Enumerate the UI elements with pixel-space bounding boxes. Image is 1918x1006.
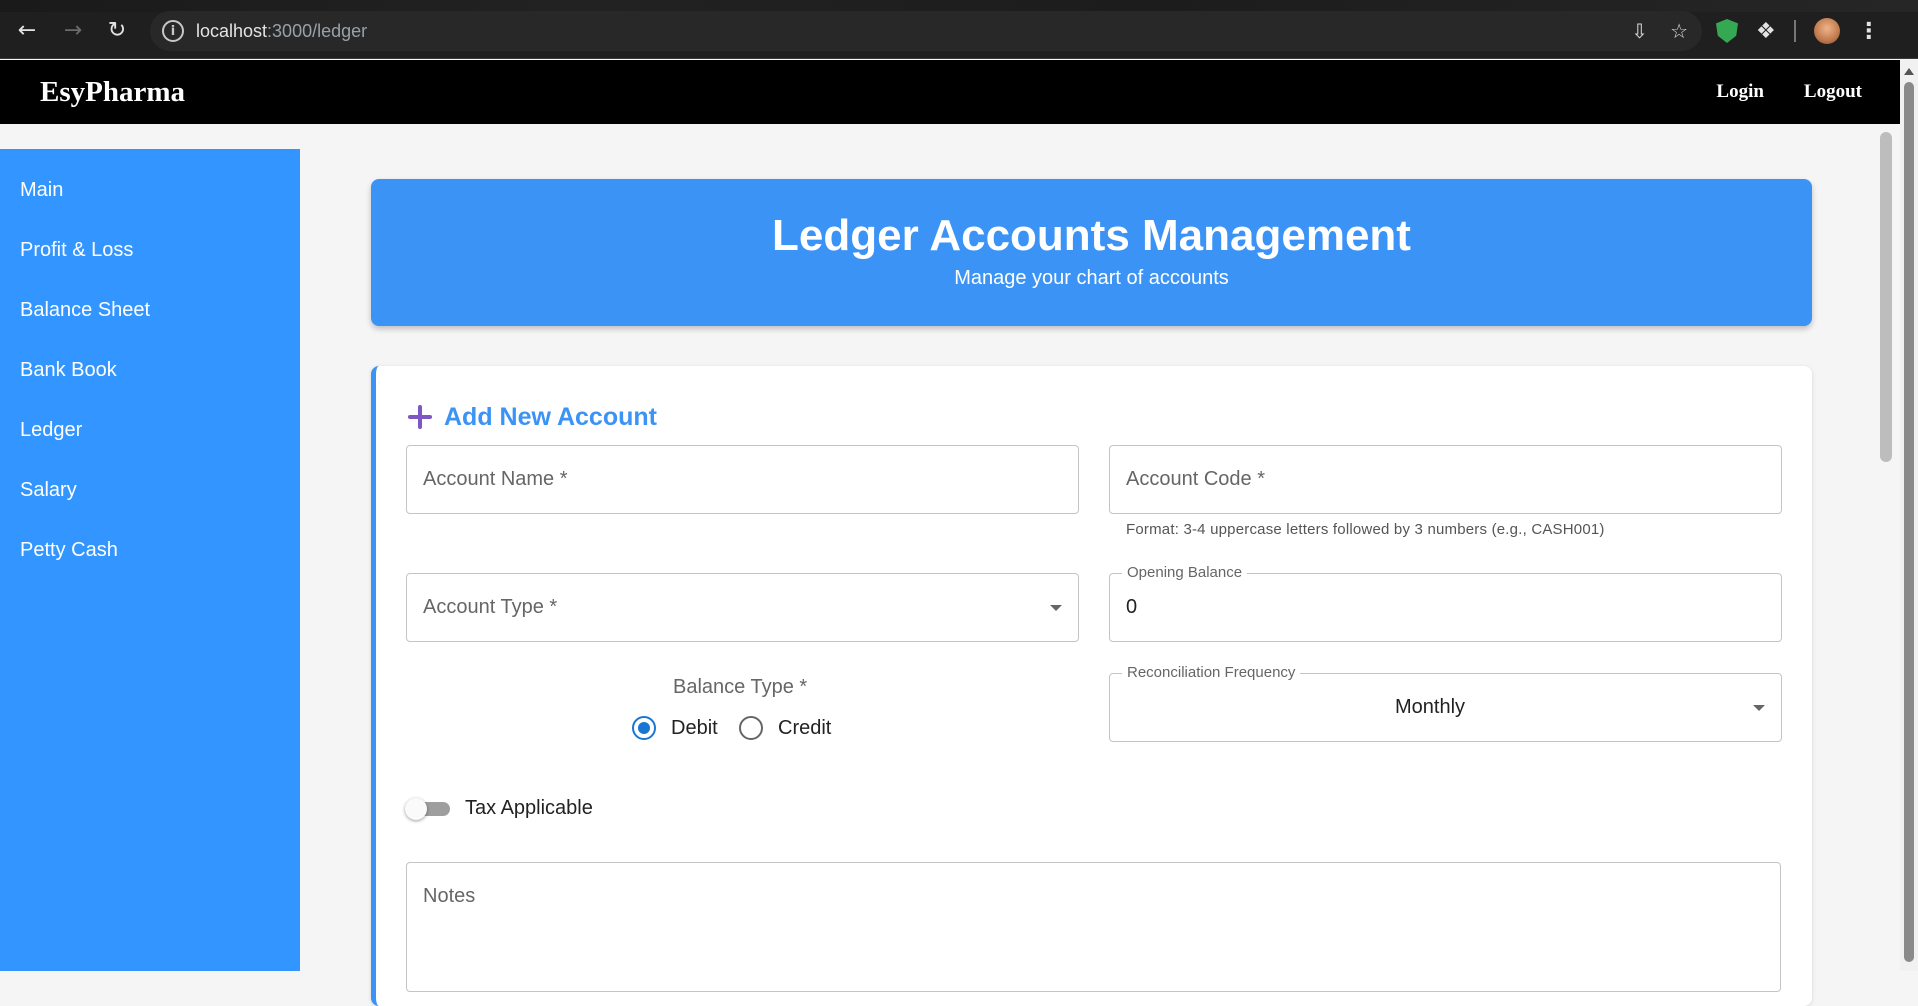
browser-toolbar: ← → ↻ i localhost:3000/ledger ⇩ ☆ ❖ ⋮ <box>0 0 1918 59</box>
section-title: Add New Account <box>444 402 657 431</box>
chevron-down-icon <box>1753 704 1765 711</box>
account-code-helper-text: Format: 3-4 uppercase letters followed b… <box>1126 521 1605 538</box>
page-subtitle: Manage your chart of accounts <box>954 267 1229 289</box>
url-host: localhost <box>196 20 268 41</box>
scroll-up-arrow-icon[interactable] <box>1904 68 1914 75</box>
reload-icon[interactable]: ↻ <box>100 14 134 48</box>
site-info-icon[interactable]: i <box>162 20 184 42</box>
tax-applicable-label[interactable]: Tax Applicable <box>465 797 593 820</box>
plus-icon <box>408 405 432 429</box>
url-text[interactable]: localhost:3000/ledger <box>196 21 367 42</box>
notes-placeholder: Notes <box>423 885 476 907</box>
omnibox-actions: ⇩ ☆ <box>1631 11 1688 51</box>
sidebar-item-bank-book[interactable]: Bank Book <box>20 359 117 382</box>
content-scrollbar-thumb[interactable] <box>1880 132 1892 462</box>
page-header-banner: Ledger Accounts Management Manage your c… <box>371 179 1812 326</box>
account-name-placeholder: Account Name * <box>423 468 568 490</box>
forward-icon[interactable]: → <box>56 14 90 48</box>
chevron-down-icon <box>1050 604 1062 611</box>
header-nav: Login Logout <box>1716 60 1862 124</box>
extensions-puzzle-icon[interactable]: ❖ <box>1756 19 1776 44</box>
page-scrollbar-thumb[interactable] <box>1904 82 1914 962</box>
sidebar-item-petty-cash[interactable]: Petty Cash <box>20 539 118 562</box>
install-app-icon[interactable]: ⇩ <box>1631 19 1648 43</box>
app-header: EsyPharma Login Logout <box>0 60 1900 124</box>
sidebar-item-main[interactable]: Main <box>20 179 63 202</box>
url-path: :3000/ledger <box>267 20 368 41</box>
login-link[interactable]: Login <box>1716 81 1764 103</box>
profile-avatar[interactable] <box>1813 18 1840 44</box>
address-bar[interactable]: i localhost:3000/ledger ⇩ ☆ <box>150 11 1702 51</box>
opening-balance-label: Opening Balance <box>1122 564 1248 582</box>
page-scrollbar[interactable] <box>1900 60 1918 971</box>
sidebar-item-balance-sheet[interactable]: Balance Sheet <box>20 299 150 322</box>
debit-radio[interactable] <box>632 716 656 740</box>
shield-extension-icon[interactable] <box>1716 19 1738 43</box>
page-title: Ledger Accounts Management <box>772 211 1411 260</box>
content-scrollbar[interactable] <box>1872 124 1900 971</box>
toolbar-divider <box>1793 20 1796 42</box>
sidebar-item-profit-loss[interactable]: Profit & Loss <box>20 239 133 262</box>
sidebar-item-salary[interactable]: Salary <box>20 479 77 502</box>
extensions-area: ❖ ⋮ <box>1716 14 1880 48</box>
account-type-placeholder: Account Type * <box>423 596 558 618</box>
back-icon[interactable]: ← <box>10 14 44 48</box>
sidebar: Main Profit & Loss Balance Sheet Bank Bo… <box>0 149 300 971</box>
brand-logo[interactable]: EsyPharma <box>40 60 185 124</box>
opening-balance-input[interactable]: Opening Balance 0 <box>1109 564 1782 642</box>
credit-radio-label[interactable]: Credit <box>778 717 831 740</box>
logout-link[interactable]: Logout <box>1804 81 1862 103</box>
account-code-input[interactable]: Account Code * <box>1109 445 1782 514</box>
add-account-heading: Add New Account <box>408 400 657 434</box>
tax-applicable-toggle-thumb[interactable] <box>405 798 427 820</box>
account-type-select[interactable]: Account Type * <box>406 573 1079 642</box>
reconciliation-frequency-value: Monthly <box>1394 696 1466 718</box>
browser-menu-icon[interactable]: ⋮ <box>1858 19 1880 44</box>
account-code-placeholder: Account Code * <box>1126 468 1265 490</box>
balance-type-label: Balance Type * <box>673 676 808 698</box>
notes-textarea[interactable]: Notes <box>406 862 1781 992</box>
debit-radio-label[interactable]: Debit <box>671 717 718 740</box>
bookmark-star-icon[interactable]: ☆ <box>1670 19 1688 43</box>
credit-radio[interactable] <box>739 716 763 740</box>
account-name-input[interactable]: Account Name * <box>406 445 1079 514</box>
sidebar-item-ledger[interactable]: Ledger <box>20 419 82 442</box>
reconciliation-frequency-select[interactable]: Reconciliation Frequency Monthly <box>1109 664 1782 742</box>
opening-balance-value: 0 <box>1126 596 1138 618</box>
